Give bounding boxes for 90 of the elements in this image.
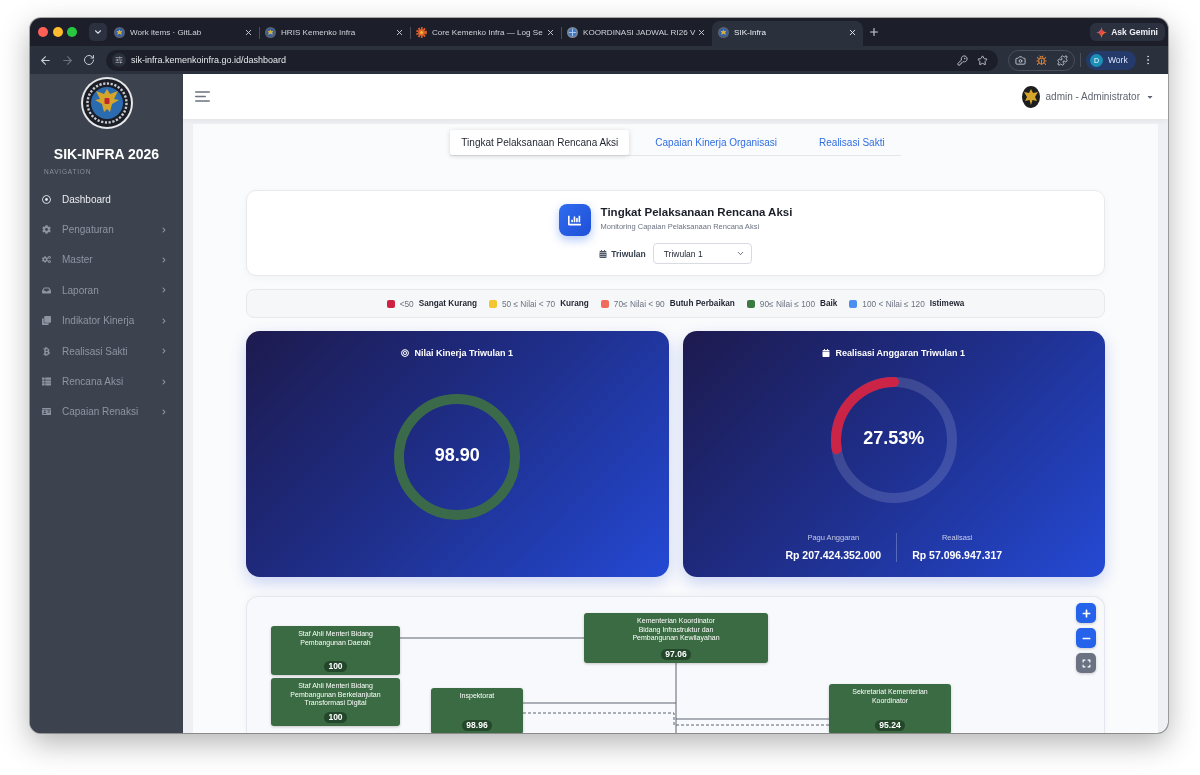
star-badge-icon <box>265 26 276 38</box>
score-badge: 98.96 <box>462 720 492 731</box>
bitcoin-icon <box>42 346 51 356</box>
stat-value: Rp 57.096.947.317 <box>912 548 1003 562</box>
quarter-select[interactable]: Triwulan 1 <box>652 243 752 264</box>
user-menu[interactable]: admin - Administrator <box>1021 85 1154 108</box>
chevron-right-icon <box>161 348 167 355</box>
gear-icon <box>416 26 427 38</box>
close-icon[interactable] <box>395 27 404 37</box>
score-badge: 95.24 <box>875 720 905 731</box>
legend-range: 50 ≤ Nilai < 70 <box>501 298 556 309</box>
star-badge-icon <box>1021 85 1040 108</box>
expand-icon <box>1081 658 1091 668</box>
calendar-icon <box>599 249 608 258</box>
forward-arrow-icon[interactable] <box>60 53 74 67</box>
legend-label: Istimewa <box>929 299 965 308</box>
browser-tab[interactable]: Work items · GitLab <box>108 21 259 46</box>
legend-label: Butuh Perbaikan <box>669 299 735 308</box>
gears-icon <box>42 255 51 265</box>
chevron-right-icon <box>161 256 167 263</box>
legend-range: 70≤ Nilai < 90 <box>613 298 665 309</box>
globe-icon <box>567 26 578 38</box>
score-badge: 100 <box>324 661 347 672</box>
back-arrow-icon[interactable] <box>38 53 52 67</box>
sparkle-icon <box>1096 26 1108 38</box>
stat-value: Rp 207.424.352.000 <box>785 548 882 562</box>
chevron-right-icon <box>161 226 167 233</box>
browser-tab[interactable]: HRIS Kemenko Infra <box>259 21 410 46</box>
logo <box>80 77 133 129</box>
card-title: Nilai Kinerja Triwulan 1 <box>414 347 513 359</box>
legend-range: <50 <box>399 298 414 309</box>
menu-icon[interactable] <box>195 91 210 102</box>
maximize-window-icon[interactable] <box>67 27 77 37</box>
filter-label: Triwulan <box>611 248 646 259</box>
id-card-icon <box>42 407 51 417</box>
address-bar[interactable]: sik-infra.kemenkoinfra.go.id/dashboard <box>106 49 998 71</box>
calendar-icon <box>822 349 831 357</box>
browser-tab[interactable]: Core Kemenko Infra — Log Se <box>410 21 561 46</box>
score-badge: 97.06 <box>661 649 691 660</box>
chevron-right-icon <box>161 287 167 294</box>
page-tab[interactable]: Realisasi Sakti <box>803 130 901 155</box>
close-icon[interactable] <box>697 27 706 37</box>
star-icon[interactable] <box>977 54 988 66</box>
browser-tab[interactable]: KOORDINASI JADWAL RI26 V <box>561 21 712 46</box>
card-title: Realisasi Anggaran Triwulan 1 <box>835 347 966 359</box>
list-icon <box>42 377 51 387</box>
chevron-right-icon <box>161 378 167 385</box>
close-icon[interactable] <box>244 27 253 37</box>
inbox-icon <box>42 285 51 295</box>
app-title: SIK-INFRA 2026 <box>53 146 160 162</box>
legend-label: Baik <box>820 299 838 308</box>
chevron-down-icon <box>93 27 103 37</box>
browser-tab[interactable]: SIK-Infra <box>712 21 863 46</box>
puzzle-icon[interactable] <box>1057 54 1068 66</box>
chevron-right-icon <box>161 317 167 324</box>
chevron-right-icon <box>161 408 167 415</box>
gauge-value: 27.53% <box>863 428 925 450</box>
tab-search-button[interactable] <box>89 23 107 41</box>
bar-chart-icon <box>558 204 591 236</box>
plus-icon <box>1081 608 1091 618</box>
site-settings-icon[interactable] <box>112 53 126 67</box>
minimize-window-icon[interactable] <box>52 27 63 37</box>
new-tab-icon[interactable] <box>868 26 880 38</box>
gauge-value: 98.90 <box>434 445 480 467</box>
page-tab[interactable]: Capaian Kinerja Organisasi <box>639 130 794 155</box>
key-icon[interactable] <box>957 54 968 66</box>
close-icon[interactable] <box>546 27 555 37</box>
page-tab[interactable]: Tingkat Pelaksanaan Rencana Aksi <box>450 130 630 155</box>
legend-range: 90≤ Nilai ≤ 100 <box>759 298 816 309</box>
star-badge-icon <box>718 26 729 38</box>
reload-icon[interactable] <box>83 54 95 66</box>
close-icon[interactable] <box>848 27 857 37</box>
legend-range: 100 < Nilai ≤ 120 <box>862 298 925 309</box>
zoom-out-button[interactable] <box>1076 628 1096 648</box>
camera-icon[interactable] <box>1015 54 1026 66</box>
copy-icon <box>42 316 51 326</box>
sidebar-item[interactable]: Dashboard <box>30 184 183 215</box>
legend-label: Kurang <box>560 299 589 308</box>
gear-icon <box>42 225 51 235</box>
star-badge-icon <box>114 26 125 38</box>
score-badge: 100 <box>324 712 347 723</box>
zoom-in-button[interactable] <box>1076 603 1096 623</box>
bug-icon[interactable] <box>1036 54 1047 66</box>
close-window-icon[interactable] <box>38 27 48 37</box>
ask-gemini-button[interactable]: Ask Gemini <box>1090 23 1165 41</box>
target-icon <box>401 349 410 357</box>
chevron-down-icon <box>735 249 745 258</box>
section-title: Tingkat Pelaksanaan Rencana Aksi <box>600 205 793 219</box>
legend-label: Sangat Kurang <box>418 299 477 308</box>
fullscreen-button[interactable] <box>1076 653 1096 673</box>
